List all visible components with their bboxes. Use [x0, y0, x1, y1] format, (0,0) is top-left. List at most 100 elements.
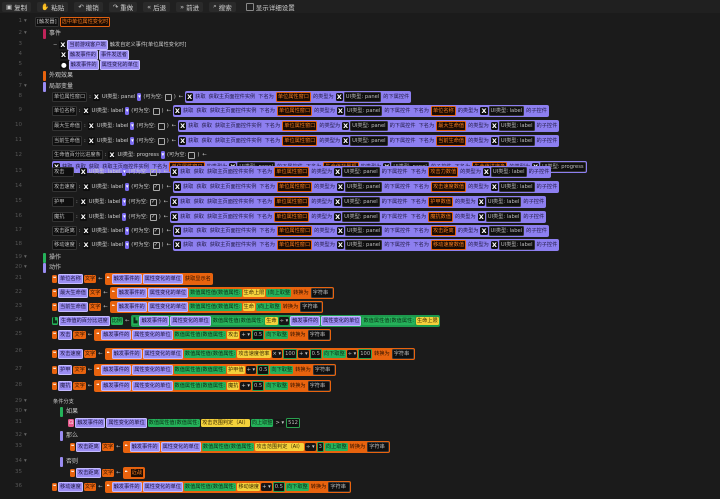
purple-block[interactable]: 的类型为 — [467, 137, 490, 145]
purple-block[interactable]: 获取主页面控件实例 — [206, 198, 255, 206]
expression-block[interactable]: ❝ 触发事件的 属性变化的单位 获取显示名 — [104, 273, 213, 285]
purple-block[interactable]: 下名为 — [412, 241, 430, 249]
purple-block[interactable]: 触发事件的 — [101, 381, 132, 391]
purple-block[interactable]: 获取 — [182, 183, 194, 191]
nullable-checkbox[interactable]: ✓ — [149, 168, 157, 176]
nullable-checkbox[interactable]: ✓ — [152, 183, 160, 191]
section-header[interactable]: 否则 — [60, 457, 79, 467]
purple-block[interactable]: 获取主页面控件实例 — [214, 137, 263, 145]
field[interactable]: UI类型: panel — [344, 226, 383, 236]
purple-block[interactable]: 的下属控件 — [389, 137, 417, 145]
field[interactable]: UI类型: panel — [344, 106, 383, 116]
attribute-chip[interactable]: 攻击速度倍率 — [237, 350, 271, 358]
expression-block[interactable]: X 获取 获取 获取主页面控件实例 下名为 单位属性窗口 的类型为 X UI类型: panel 的… — [172, 225, 549, 237]
operator-dropdown[interactable]: > ▾ — [274, 419, 286, 427]
purple-block[interactable]: 属性变化的单位 — [142, 482, 183, 492]
expression-block[interactable]: X 获取 获取 获取主页面控件实例 下名为 单位属性窗口 的类型为 X UI类型: panel 的… — [170, 196, 547, 208]
nullable-checkbox[interactable] — [157, 137, 165, 145]
purple-block[interactable]: 触发事件的 — [101, 330, 132, 340]
purple-block[interactable]: 的类型为 — [313, 227, 336, 235]
purple-block[interactable]: 最大生命值 — [58, 288, 88, 298]
purple-block[interactable]: 获取 — [195, 183, 207, 191]
number-field[interactable]: 512 — [286, 418, 300, 428]
purple-block[interactable]: 获取 — [182, 227, 194, 235]
name-field[interactable]: 攻击距离 — [430, 226, 456, 236]
attribute-chip[interactable]: 生命 — [242, 303, 255, 311]
field[interactable]: UI类型: label — [498, 240, 535, 250]
purple-block[interactable]: 攻击 — [58, 330, 73, 340]
purple-block[interactable]: 获取 — [179, 213, 191, 221]
purple-block[interactable]: 的类型为 — [454, 198, 477, 206]
operator-dropdown[interactable]: + ▾ — [298, 350, 309, 358]
purple-block[interactable]: 下名为 — [258, 227, 276, 235]
expression-block[interactable]: X 获取 获取 获取主页面控件实例 下名为 单位属性窗口 的类型为 X UI类型: panel 的… — [172, 181, 560, 193]
purple-block[interactable]: 的类型为 — [313, 107, 336, 115]
purple-block[interactable]: 触发事件的 — [75, 418, 106, 428]
name-field[interactable]: 单位属性窗口 — [274, 197, 310, 207]
attribute-chip[interactable]: 攻击范围判定（AI） — [201, 419, 250, 427]
field[interactable]: 生命值百分比进度条 — [52, 150, 103, 160]
purple-block[interactable]: 触发事件的 — [68, 60, 99, 70]
purple-block[interactable]: 的下属控件 — [383, 183, 411, 191]
expression-block[interactable]: X 获取 获取 获取主页面控件实例 下名为 单位属性窗口 的类型为 X UI类型: panel 的… — [170, 166, 552, 178]
purple-block[interactable]: 获取 — [201, 122, 213, 130]
nullable-checkbox[interactable]: ✓ — [149, 213, 157, 221]
purple-block[interactable]: 的类型为 — [312, 93, 335, 101]
field[interactable]: 魔抗 — [52, 212, 74, 222]
expression-block[interactable]: ▙ 触发事件的 属性变化的单位 数值属性值(数值属性: 生命 ÷ ▾ 触发事件的 属性变化的单… — [131, 315, 440, 327]
purple-block[interactable]: 触发事件的 — [129, 442, 160, 452]
purple-block[interactable]: 的下属控件 — [383, 107, 411, 115]
expression-block[interactable]: ❝ 近战 — [122, 467, 145, 479]
redo-button[interactable]: ↷ 重做 — [108, 1, 138, 12]
purple-block[interactable]: 的类型为 — [457, 227, 480, 235]
name-field[interactable]: 单位属性窗口 — [274, 167, 310, 177]
name-field[interactable]: 单位属性窗口 — [282, 136, 318, 146]
purple-block[interactable]: 触发事件的 — [116, 288, 147, 298]
dropdown[interactable]: ▾ — [125, 241, 130, 249]
name-field[interactable]: 单位属性窗口 — [282, 121, 318, 131]
purple-block[interactable]: 的类型为 — [310, 198, 333, 206]
purple-block[interactable]: 下名为 — [418, 122, 436, 130]
field[interactable]: UI类型: label — [485, 212, 522, 222]
purple-block[interactable]: 下名为 — [418, 137, 436, 145]
number-field[interactable]: 100 — [358, 349, 373, 359]
purple-block[interactable]: 的子控件 — [536, 122, 559, 130]
dropdown[interactable]: ▾ — [125, 107, 130, 115]
purple-block[interactable]: 的下属控件 — [383, 227, 411, 235]
nullable-checkbox[interactable]: ✓ — [152, 241, 160, 249]
purple-block[interactable]: 下名为 — [256, 198, 274, 206]
attribute-chip[interactable]: 生命上限 — [415, 317, 439, 325]
purple-block[interactable]: 下名为 — [258, 241, 276, 249]
field[interactable]: UI类型: panel — [344, 182, 383, 192]
purple-block[interactable]: 获取 — [179, 168, 191, 176]
purple-block[interactable]: 属性变化的单位 — [142, 274, 183, 284]
name-field[interactable]: 单位属性窗口 — [277, 182, 313, 192]
field[interactable]: UI类型: label — [490, 167, 527, 177]
search-button[interactable]: ⌕ 搜索 — [209, 1, 236, 12]
section-header[interactable]: 那么 — [60, 431, 79, 441]
field[interactable]: 当前生命值 — [52, 136, 82, 146]
purple-block[interactable]: 获取主页面控件实例 — [206, 213, 255, 221]
field[interactable]: UI类型: label — [485, 197, 522, 207]
name-field[interactable]: 魔抗数值 — [428, 212, 453, 222]
operator-dropdown[interactable]: ÷ ▾ — [346, 350, 358, 358]
purple-block[interactable]: 获取主页面控件实例 — [209, 183, 258, 191]
expression-block[interactable]: ❝ 触发事件的 属性变化的单位 数值属性值(数值属性: 攻击速度倍率 × ▾ 100 + ▾ 0… — [104, 348, 415, 360]
purple-block[interactable]: 获取 — [201, 137, 213, 145]
purple-block[interactable]: 的下属控件 — [389, 122, 417, 130]
purple-block[interactable]: 获取 — [195, 241, 207, 249]
field[interactable]: 字符串 — [391, 349, 414, 359]
purple-block[interactable]: 获取 — [179, 198, 191, 206]
purple-block[interactable]: 获取主页面控件实例 — [209, 107, 258, 115]
field[interactable]: UI类型: label — [488, 226, 525, 236]
purple-block[interactable]: 攻击速度 — [58, 349, 83, 359]
field[interactable]: UI类型: panel — [342, 212, 380, 222]
purple-block[interactable]: 获取主页面控件实例 — [209, 227, 258, 235]
dropdown[interactable]: ▾ — [160, 151, 165, 159]
purple-block[interactable]: 攻击距离 — [76, 442, 101, 452]
field[interactable]: 字符串 — [367, 442, 390, 452]
purple-block[interactable]: 属性变化的单位 — [147, 288, 189, 298]
show-details-toggle[interactable]: 显示详细设置 — [242, 2, 299, 12]
purple-block[interactable]: 触发事件的 — [290, 316, 321, 326]
purple-block[interactable]: 当前生命值 — [58, 302, 88, 312]
